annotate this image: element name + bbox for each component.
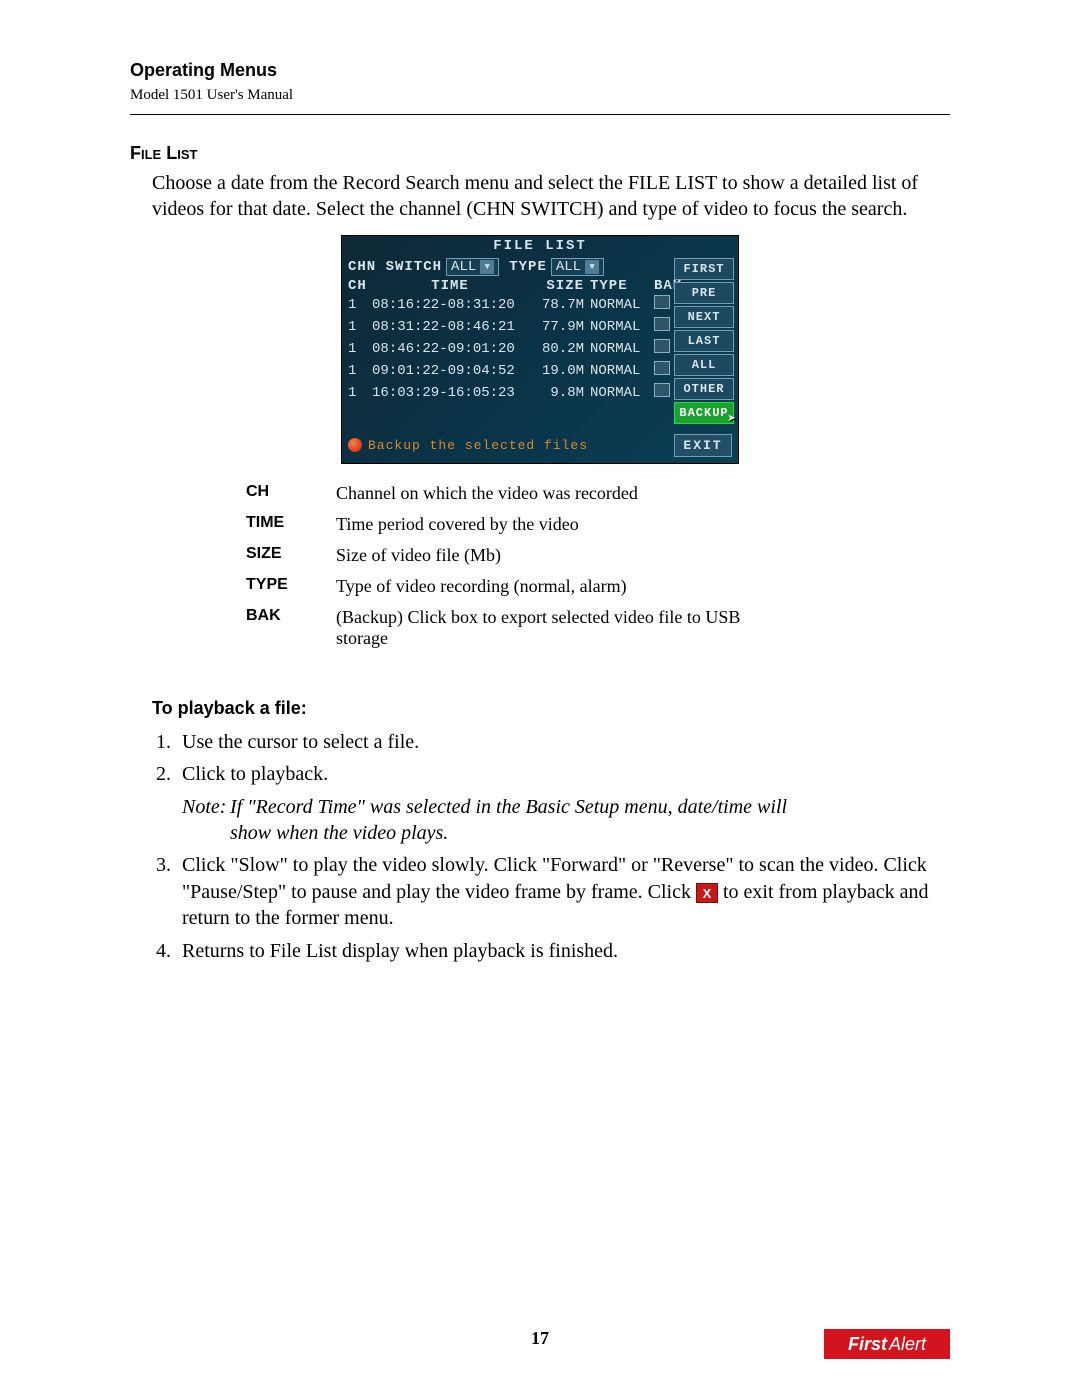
playback-steps: Use the cursor to select a file. Click t… xyxy=(176,729,950,964)
note-line2: show when the video plays. xyxy=(230,820,950,846)
cell-ch: 1 xyxy=(348,319,372,335)
chapter-heading: Operating Menus xyxy=(130,60,950,81)
bak-checkbox[interactable] xyxy=(654,295,670,309)
def-term: BAK xyxy=(246,602,336,654)
cell-time: 08:46:22-09:01:20 xyxy=(372,341,528,357)
section-intro: Choose a date from the Record Search men… xyxy=(152,170,950,223)
cell-type: NORMAL xyxy=(590,341,654,357)
def-desc: Channel on which the video was recorded xyxy=(336,478,756,509)
type-label: TYPE xyxy=(509,259,547,275)
step-3: Click "Slow" to play the video slowly. C… xyxy=(176,852,950,931)
def-desc: Time period covered by the video xyxy=(336,509,756,540)
first-button[interactable]: FIRST xyxy=(674,258,734,280)
def-term: TYPE xyxy=(246,571,336,602)
last-button[interactable]: LAST xyxy=(674,330,734,352)
cell-type: NORMAL xyxy=(590,385,654,401)
cell-ch: 1 xyxy=(348,385,372,401)
chevron-down-icon: ▼ xyxy=(585,260,599,274)
def-row: SIZE Size of video file (Mb) xyxy=(246,540,756,571)
cell-type: NORMAL xyxy=(590,319,654,335)
type-dropdown[interactable]: ALL ▼ xyxy=(551,258,604,276)
playback-heading: To playback a file: xyxy=(152,698,950,719)
def-term: TIME xyxy=(246,509,336,540)
col-type: TYPE xyxy=(590,278,654,294)
col-size: SIZE xyxy=(528,278,590,294)
backup-button[interactable]: BACKUP xyxy=(674,402,734,424)
other-button[interactable]: OTHER xyxy=(674,378,734,400)
all-button[interactable]: ALL xyxy=(674,354,734,376)
file-list-screenshot: FILE LIST CHN SWITCH ALL ▼ TYPE ALL ▼ CH… xyxy=(341,235,739,464)
note-line1: If "Record Time" was selected in the Bas… xyxy=(230,796,787,818)
cell-time: 08:31:22-08:46:21 xyxy=(372,319,528,335)
def-desc: (Backup) Click box to export selected vi… xyxy=(336,602,756,654)
record-dot-icon xyxy=(348,438,362,452)
def-row: TYPE Type of video recording (normal, al… xyxy=(246,571,756,602)
header-rule xyxy=(130,114,950,115)
cell-time: 16:03:29-16:05:23 xyxy=(372,385,528,401)
col-ch: CH xyxy=(348,278,372,294)
bak-checkbox[interactable] xyxy=(654,383,670,397)
cell-time: 08:16:22-08:31:20 xyxy=(372,297,528,313)
cell-size: 80.2M xyxy=(528,341,590,357)
chn-switch-label: CHN SWITCH xyxy=(348,259,442,275)
def-row: CH Channel on which the video was record… xyxy=(246,478,756,509)
cell-size: 19.0M xyxy=(528,363,590,379)
cell-ch: 1 xyxy=(348,341,372,357)
step-2-text: Click to playback. xyxy=(182,763,328,785)
side-button-column: FIRST PRE NEXT LAST ALL OTHER BACKUP ➤ xyxy=(674,258,734,426)
def-row: BAK (Backup) Click box to export selecte… xyxy=(246,602,756,654)
cell-type: NORMAL xyxy=(590,297,654,313)
cell-size: 77.9M xyxy=(528,319,590,335)
step-1: Use the cursor to select a file. xyxy=(176,729,950,755)
cell-type: NORMAL xyxy=(590,363,654,379)
bak-checkbox[interactable] xyxy=(654,361,670,375)
close-icon: X xyxy=(696,883,718,903)
def-desc: Size of video file (Mb) xyxy=(336,540,756,571)
chn-switch-dropdown[interactable]: ALL ▼ xyxy=(446,258,499,276)
manual-subtitle: Model 1501 User's Manual xyxy=(130,87,950,104)
def-term: CH xyxy=(246,478,336,509)
footer-text: Backup the selected files xyxy=(368,438,588,453)
chn-switch-value: ALL xyxy=(451,259,476,275)
next-button[interactable]: NEXT xyxy=(674,306,734,328)
bak-checkbox[interactable] xyxy=(654,339,670,353)
cell-size: 78.7M xyxy=(528,297,590,313)
logo-alert: Alert xyxy=(889,1334,926,1355)
def-row: TIME Time period covered by the video xyxy=(246,509,756,540)
definitions-table: CH Channel on which the video was record… xyxy=(246,478,756,654)
cell-ch: 1 xyxy=(348,297,372,313)
step-2: Click to playback. Note:If "Record Time"… xyxy=(176,761,950,846)
cell-size: 9.8M xyxy=(528,385,590,401)
logo-first: First xyxy=(848,1334,887,1355)
cell-time: 09:01:22-09:04:52 xyxy=(372,363,528,379)
footer-message: Backup the selected files xyxy=(348,438,588,453)
chevron-down-icon: ▼ xyxy=(480,260,494,274)
note: Note:If "Record Time" was selected in th… xyxy=(182,794,950,847)
screenshot-wrap: FILE LIST CHN SWITCH ALL ▼ TYPE ALL ▼ CH… xyxy=(130,235,950,464)
shot-title: FILE LIST xyxy=(342,236,738,256)
type-value: ALL xyxy=(556,259,581,275)
pre-button[interactable]: PRE xyxy=(674,282,734,304)
step-4: Returns to File List display when playba… xyxy=(176,938,950,964)
first-alert-logo: FirstAlert xyxy=(824,1329,950,1359)
def-term: SIZE xyxy=(246,540,336,571)
def-desc: Type of video recording (normal, alarm) xyxy=(336,571,756,602)
bak-checkbox[interactable] xyxy=(654,317,670,331)
col-time: TIME xyxy=(372,278,528,294)
section-title: File List xyxy=(130,143,950,164)
cell-ch: 1 xyxy=(348,363,372,379)
note-label: Note: xyxy=(182,794,230,820)
exit-button[interactable]: EXIT xyxy=(674,434,732,457)
